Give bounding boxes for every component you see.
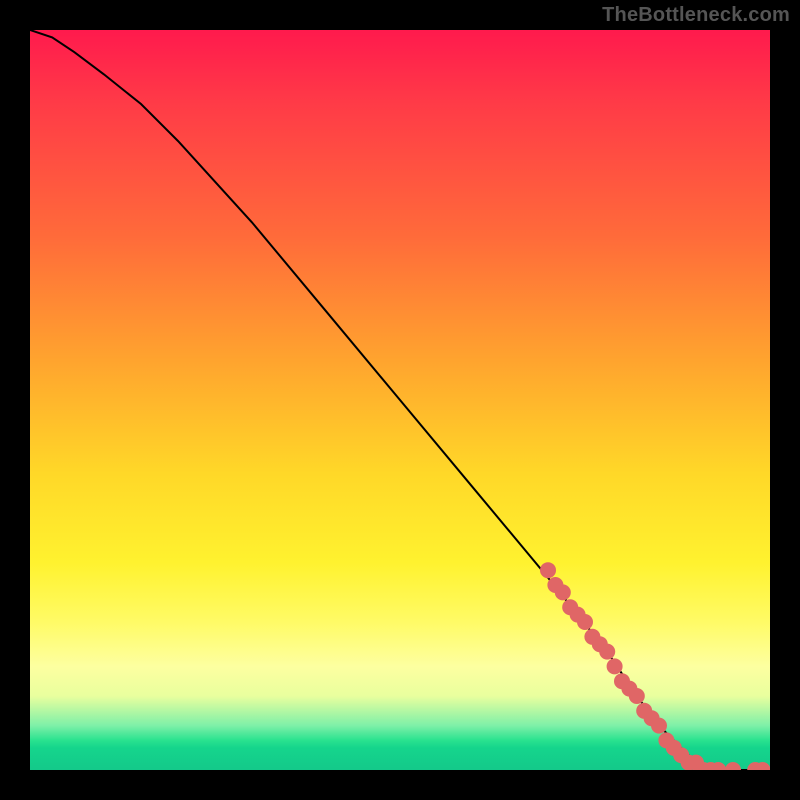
watermark-text: TheBottleneck.com <box>602 4 790 27</box>
chart-marker <box>555 584 571 600</box>
chart-marker <box>540 562 556 578</box>
chart-marker <box>651 718 667 734</box>
chart-marker <box>599 644 615 660</box>
chart-marker <box>607 658 623 674</box>
chart-highlight-markers <box>540 562 770 770</box>
chart-plot-area <box>30 30 770 770</box>
chart-marker <box>629 688 645 704</box>
chart-curve-line <box>30 30 770 770</box>
chart-svg <box>30 30 770 770</box>
chart-marker <box>577 614 593 630</box>
chart-marker <box>725 762 741 770</box>
